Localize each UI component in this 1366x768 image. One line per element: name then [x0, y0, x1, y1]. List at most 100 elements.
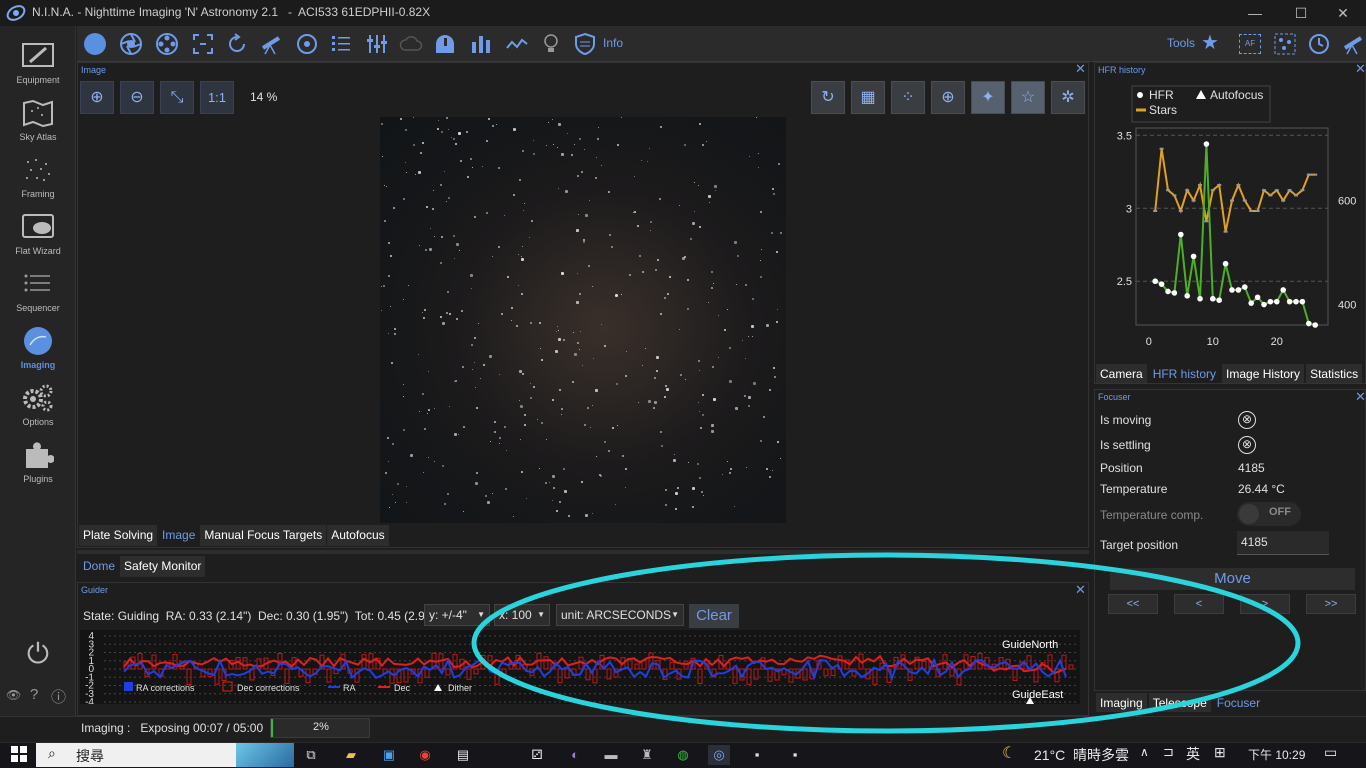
tab-focuser[interactable]: Focuser	[1212, 693, 1265, 712]
lightbulb-icon[interactable]	[539, 32, 563, 56]
nav-item-options[interactable]: Options	[0, 378, 76, 435]
autofocus-tool-button[interactable]: AF	[1239, 34, 1261, 54]
app-window-icon[interactable]: ▪	[746, 745, 768, 765]
nav-item-framing[interactable]: Framing	[0, 150, 76, 207]
star-annotate-icon[interactable]: ☆	[1011, 81, 1045, 114]
file-explorer-icon[interactable]: ▰	[340, 745, 362, 765]
crosshair-icon[interactable]: ⊕	[931, 81, 965, 114]
tab-safety-monitor[interactable]: Safety Monitor	[120, 556, 206, 577]
ime-indicator[interactable]: 英	[1186, 744, 1200, 764]
tab-image-history[interactable]: Image History	[1222, 364, 1305, 383]
magic-wand-icon[interactable]: ✦	[971, 81, 1005, 114]
filter-wheel-icon[interactable]	[155, 32, 179, 56]
ime-mode-icon[interactable]: ⊞	[1214, 744, 1226, 761]
tab-camera[interactable]: Camera	[1096, 364, 1147, 383]
close-guider-panel-icon[interactable]: ✕	[1075, 582, 1086, 598]
y-scale-select[interactable]: y: +/-4" ▼	[424, 604, 490, 626]
close-window-button[interactable]: ✕	[1320, 0, 1366, 26]
windows-start-icon[interactable]	[10, 745, 28, 763]
tab-manual-focus-targets[interactable]: Manual Focus Targets	[200, 525, 327, 546]
focuser-icon[interactable]	[191, 32, 215, 56]
nav-item-plugins[interactable]: Plugins	[0, 435, 76, 492]
telescope-icon[interactable]	[259, 32, 283, 56]
camera-app-icon[interactable]: ▬	[600, 745, 622, 765]
weather-icon[interactable]	[399, 32, 423, 56]
step-right-button[interactable]: >	[1240, 594, 1290, 614]
tray-chevron-icon[interactable]: ∧	[1140, 745, 1149, 759]
power-icon[interactable]: ⏻	[22, 638, 54, 670]
eye-icon[interactable]: 👁	[6, 688, 21, 702]
clock-text[interactable]: 下午 10:29	[1248, 746, 1305, 763]
zoom-in-button[interactable]: ⊕	[80, 81, 114, 114]
dome-icon[interactable]	[433, 32, 457, 56]
flat-device-icon[interactable]	[469, 32, 493, 56]
info-label[interactable]: Info	[603, 36, 623, 50]
rotator-icon[interactable]	[225, 32, 249, 56]
weather-moon-icon[interactable]: ☾	[1002, 743, 1016, 763]
step-far-left-button[interactable]: <<	[1108, 594, 1158, 614]
tab-telescope[interactable]: Telescope	[1148, 693, 1211, 712]
weather-text[interactable]: 21°C 晴時多雲	[1034, 745, 1129, 765]
imaging-toolbar-icon[interactable]	[83, 32, 107, 56]
step-far-right-button[interactable]: >>	[1306, 594, 1356, 614]
ascom-icon[interactable]: ♜	[636, 745, 658, 765]
tab-plate-solving[interactable]: Plate Solving	[79, 525, 158, 546]
close-focuser-panel-icon[interactable]: ✕	[1355, 389, 1366, 405]
notepad-icon[interactable]: ▤	[452, 745, 474, 765]
switch-icon[interactable]	[365, 32, 389, 56]
star-detect-icon[interactable]: ⁘	[891, 81, 925, 114]
nav-item-flat-wizard[interactable]: Flat Wizard	[0, 207, 76, 264]
minimize-button[interactable]: —	[1232, 0, 1278, 26]
stellarium-icon[interactable]: ◐	[564, 745, 586, 765]
maximize-button[interactable]: ☐	[1278, 0, 1324, 26]
chrome-icon[interactable]: ◉	[414, 745, 436, 765]
nav-item-equipment[interactable]: Equipment	[0, 36, 76, 93]
safety-shield-icon[interactable]	[573, 32, 597, 56]
notifications-icon[interactable]: ▭	[1324, 744, 1337, 761]
nav-item-sequencer[interactable]: Sequencer	[0, 264, 76, 321]
tab-autofocus[interactable]: Autofocus	[327, 525, 389, 546]
splitter[interactable]	[77, 550, 1089, 554]
unit-select[interactable]: unit: ARCSECONDS ▼	[556, 604, 684, 626]
star-detection-icon[interactable]	[1273, 32, 1297, 56]
aperture-icon[interactable]	[119, 32, 143, 56]
move-button[interactable]: Move	[1110, 568, 1355, 590]
tab-image[interactable]: Image	[158, 525, 200, 546]
grid-icon[interactable]: ▦	[851, 81, 885, 114]
zoom-out-button[interactable]: ⊖	[120, 81, 154, 114]
clear-button[interactable]: Clear	[689, 604, 739, 628]
phd2-icon[interactable]: ◍	[672, 745, 694, 765]
tab-imaging[interactable]: Imaging	[1096, 693, 1147, 712]
close-image-panel-icon[interactable]: ✕	[1075, 61, 1086, 77]
target-position-input[interactable]: 4185	[1237, 531, 1329, 555]
network-icon[interactable]: ⊐	[1163, 744, 1174, 760]
dice-icon[interactable]: ⚂	[526, 745, 548, 765]
tab-dome[interactable]: Dome	[79, 556, 120, 577]
one-to-one-button[interactable]: 1:1	[200, 81, 234, 114]
close-hfr-panel-icon[interactable]: ✕	[1355, 61, 1366, 77]
star-tool-icon[interactable]: ★	[1201, 30, 1219, 55]
nav-item-imaging[interactable]: Imaging	[0, 321, 76, 378]
nav-item-sky-atlas[interactable]: Sky Atlas	[0, 93, 76, 150]
info-icon[interactable]: ⓘ	[51, 686, 67, 707]
tab-statistics[interactable]: Statistics	[1306, 364, 1363, 383]
step-left-button[interactable]: <	[1174, 594, 1224, 614]
outlook-icon[interactable]: ▣	[378, 745, 400, 765]
taskbar-search-box[interactable]: ⌕ 搜尋	[36, 743, 294, 767]
tools-label[interactable]: Tools	[1167, 36, 1195, 50]
nina-taskbar-icon[interactable]: ◎	[708, 745, 730, 765]
astro-image[interactable]	[380, 117, 786, 523]
bahtinov-icon[interactable]: ✲	[1051, 81, 1085, 114]
auto-stretch-rotate-icon[interactable]: ↻	[811, 81, 845, 114]
tab-hfr-history[interactable]: HFR history	[1148, 364, 1221, 383]
help-icon[interactable]: ?	[30, 686, 44, 703]
graph-icon[interactable]	[505, 32, 529, 56]
x-scale-select[interactable]: x: 100 ▼	[494, 604, 550, 626]
telescope-tool-icon[interactable]	[1341, 32, 1365, 56]
temperature-comp-toggle[interactable]: OFF	[1237, 502, 1301, 526]
app-window-2-icon[interactable]: ▪	[784, 745, 806, 765]
guider-icon[interactable]	[295, 32, 319, 56]
sequence-icon[interactable]	[329, 32, 353, 56]
history-icon[interactable]	[1307, 32, 1331, 56]
task-view-icon[interactable]: ⧉	[300, 745, 322, 765]
